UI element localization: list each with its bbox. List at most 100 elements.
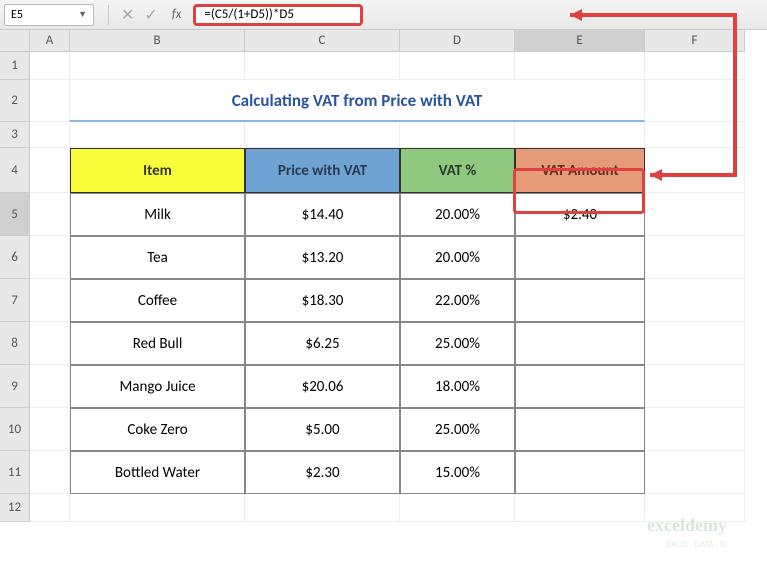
- col-header-B[interactable]: B: [70, 30, 245, 52]
- cell[interactable]: [30, 122, 70, 148]
- cell[interactable]: [645, 122, 745, 148]
- cell[interactable]: [30, 80, 70, 122]
- cell[interactable]: [30, 236, 70, 279]
- row-header-1[interactable]: 1: [0, 52, 30, 80]
- cell[interactable]: [515, 52, 645, 80]
- cell[interactable]: [400, 494, 515, 522]
- formula-bar[interactable]: =(C5/(1+D5))*D5: [193, 4, 363, 26]
- cell[interactable]: [30, 494, 70, 522]
- cell[interactable]: [30, 322, 70, 365]
- cell[interactable]: [645, 236, 745, 279]
- table-cell[interactable]: 20.00%: [400, 193, 515, 236]
- cancel-icon[interactable]: ✕: [121, 5, 134, 25]
- cell[interactable]: [645, 148, 745, 193]
- cell[interactable]: [30, 451, 70, 494]
- fx-icon[interactable]: fx: [172, 7, 182, 22]
- cell[interactable]: [30, 148, 70, 193]
- table-cell[interactable]: Coke Zero: [70, 408, 245, 451]
- col-header-F[interactable]: F: [645, 30, 745, 52]
- spreadsheet-grid: A B C D E F 1 2 Calculating VAT from Pri…: [0, 30, 767, 522]
- col-header-E[interactable]: E: [515, 30, 645, 52]
- formula-text: =(C5/(1+D5))*D5: [204, 7, 294, 22]
- table-cell[interactable]: [515, 236, 645, 279]
- table-cell[interactable]: Red Bull: [70, 322, 245, 365]
- table-cell[interactable]: Milk: [70, 193, 245, 236]
- table-cell[interactable]: Tea: [70, 236, 245, 279]
- header-amount[interactable]: VAT Amount: [515, 148, 645, 193]
- cell[interactable]: [400, 122, 515, 148]
- enter-icon[interactable]: ✓: [144, 5, 157, 25]
- col-header-C[interactable]: C: [245, 30, 400, 52]
- name-box-value: E5: [11, 8, 23, 22]
- select-all-corner[interactable]: [0, 30, 30, 52]
- table-cell[interactable]: Mango Juice: [70, 365, 245, 408]
- title-cell[interactable]: Calculating VAT from Price with VAT: [70, 80, 645, 122]
- cell[interactable]: [515, 494, 645, 522]
- table-cell[interactable]: $2.30: [245, 451, 400, 494]
- table-cell[interactable]: $18.30: [245, 279, 400, 322]
- formula-buttons: ✕ ✓ fx: [121, 5, 181, 25]
- table-cell[interactable]: Bottled Water: [70, 451, 245, 494]
- cell[interactable]: [645, 451, 745, 494]
- cell[interactable]: [245, 122, 400, 148]
- cell[interactable]: [645, 365, 745, 408]
- col-header-D[interactable]: D: [400, 30, 515, 52]
- cell[interactable]: [515, 122, 645, 148]
- cell[interactable]: [30, 279, 70, 322]
- cell[interactable]: [400, 52, 515, 80]
- cell[interactable]: [645, 52, 745, 80]
- cell[interactable]: [245, 52, 400, 80]
- cell[interactable]: [645, 193, 745, 236]
- table-cell[interactable]: $5.00: [245, 408, 400, 451]
- divider: [108, 5, 109, 25]
- table-cell[interactable]: [515, 408, 645, 451]
- table-cell[interactable]: Coffee: [70, 279, 245, 322]
- table-cell[interactable]: [515, 322, 645, 365]
- row-header-3[interactable]: 3: [0, 122, 30, 148]
- table-cell[interactable]: [515, 451, 645, 494]
- row-header-7[interactable]: 7: [0, 279, 30, 322]
- cell[interactable]: [645, 80, 745, 122]
- table-cell[interactable]: 25.00%: [400, 408, 515, 451]
- cell[interactable]: [30, 408, 70, 451]
- table-cell[interactable]: $6.25: [245, 322, 400, 365]
- table-cell[interactable]: 20.00%: [400, 236, 515, 279]
- table-cell[interactable]: $20.06: [245, 365, 400, 408]
- cell[interactable]: [30, 52, 70, 80]
- cell[interactable]: [645, 408, 745, 451]
- table-cell[interactable]: 25.00%: [400, 322, 515, 365]
- table-cell[interactable]: 18.00%: [400, 365, 515, 408]
- table-cell[interactable]: 15.00%: [400, 451, 515, 494]
- row-header-12[interactable]: 12: [0, 494, 30, 522]
- cell[interactable]: [245, 494, 400, 522]
- row-header-6[interactable]: 6: [0, 236, 30, 279]
- table-cell[interactable]: 22.00%: [400, 279, 515, 322]
- cell[interactable]: [645, 279, 745, 322]
- chevron-down-icon[interactable]: ▼: [78, 9, 87, 20]
- cell[interactable]: [70, 122, 245, 148]
- header-vat[interactable]: VAT %: [400, 148, 515, 193]
- table-cell[interactable]: [515, 365, 645, 408]
- row-header-11[interactable]: 11: [0, 451, 30, 494]
- cell[interactable]: [70, 52, 245, 80]
- row-header-9[interactable]: 9: [0, 365, 30, 408]
- formula-toolbar: E5 ▼ ✕ ✓ fx =(C5/(1+D5))*D5: [0, 0, 767, 30]
- cell[interactable]: [30, 365, 70, 408]
- cell[interactable]: [30, 193, 70, 236]
- row-header-10[interactable]: 10: [0, 408, 30, 451]
- row-header-5[interactable]: 5: [0, 193, 30, 236]
- cell[interactable]: [645, 322, 745, 365]
- table-cell[interactable]: [515, 279, 645, 322]
- selected-cell[interactable]: $2.40: [515, 193, 645, 236]
- table-cell[interactable]: $14.40: [245, 193, 400, 236]
- row-header-2[interactable]: 2: [0, 80, 30, 122]
- header-item[interactable]: Item: [70, 148, 245, 193]
- table-cell[interactable]: $13.20: [245, 236, 400, 279]
- header-price[interactable]: Price with VAT: [245, 148, 400, 193]
- name-box[interactable]: E5 ▼: [4, 4, 94, 26]
- watermark: exceldemy: [647, 515, 727, 536]
- col-header-A[interactable]: A: [30, 30, 70, 52]
- cell[interactable]: [70, 494, 245, 522]
- row-header-4[interactable]: 4: [0, 148, 30, 193]
- row-header-8[interactable]: 8: [0, 322, 30, 365]
